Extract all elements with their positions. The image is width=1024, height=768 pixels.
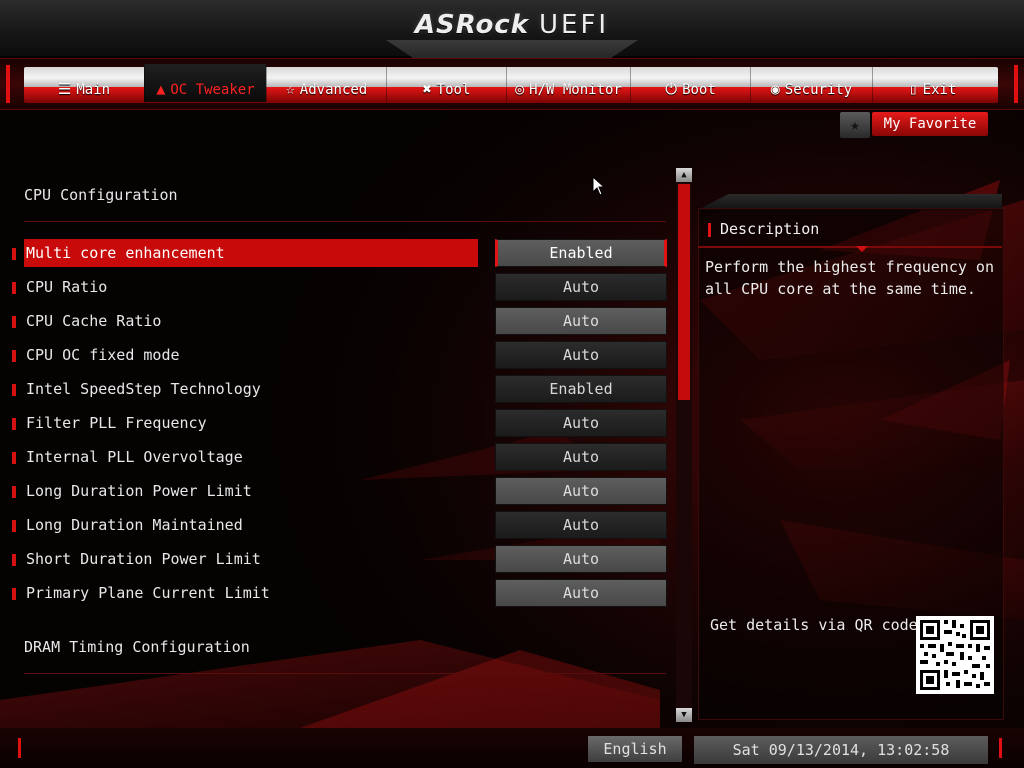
setting-label: Primary Plane Current Limit (26, 584, 270, 602)
tab-label: H/W Monitor (529, 82, 622, 98)
setting-value-selector[interactable]: Auto (495, 477, 667, 505)
row-marker (12, 452, 16, 464)
tab-hw-monitor[interactable]: ◎ H/W Monitor (506, 66, 630, 102)
tab-label: OC Tweaker (170, 82, 255, 98)
qr-code-label: Get details via QR code (710, 616, 918, 634)
section-title-cpu-configuration: CPU Configuration (24, 186, 178, 204)
tab-label: Main (76, 82, 111, 98)
setting-row-cpu-cache-ratio[interactable]: CPU Cache Ratio Auto (12, 307, 668, 335)
setting-label: Long Duration Maintained (26, 516, 243, 534)
setting-row-primary-plane-current-limit[interactable]: Primary Plane Current Limit Auto (12, 579, 668, 607)
setting-value-selector[interactable]: Auto (495, 273, 667, 301)
tab-oc-tweaker[interactable]: ▲ OC Tweaker (144, 64, 266, 102)
setting-label: Internal PLL Overvoltage (26, 448, 243, 466)
setting-row-long-duration-maintained[interactable]: Long Duration Maintained Auto (12, 511, 668, 539)
flame-icon: ▲ (156, 80, 166, 98)
star-icon: ☆ (285, 80, 295, 98)
favorite-star-icon[interactable]: ★ (840, 112, 870, 138)
setting-label: CPU Cache Ratio (26, 312, 162, 330)
setting-row-intel-speedstep[interactable]: Intel SpeedStep Technology Enabled (12, 375, 668, 403)
setting-value-selector[interactable]: Auto (495, 443, 667, 471)
tab-label: Tool (436, 82, 471, 98)
tab-advanced[interactable]: ☆ Advanced (266, 66, 386, 102)
tab-label: Exit (922, 82, 957, 98)
setting-value-selector[interactable]: Auto (495, 409, 667, 437)
section-divider (24, 221, 666, 222)
setting-label: CPU OC fixed mode (26, 346, 180, 364)
row-marker (12, 316, 16, 328)
row-marker (12, 486, 16, 498)
tab-main[interactable]: ☰ Main (24, 66, 144, 102)
section-title-dram-timing[interactable]: DRAM Timing Configuration (24, 638, 250, 656)
setting-value-selector[interactable]: Auto (495, 307, 667, 335)
row-marker (12, 384, 16, 396)
qr-code-image (916, 616, 994, 694)
nav-edge-right (1014, 65, 1018, 103)
row-marker (12, 554, 16, 566)
scroll-down-arrow-icon[interactable]: ▼ (676, 708, 692, 722)
setting-label: CPU Ratio (26, 278, 108, 296)
description-header: Description (698, 216, 1002, 252)
setting-label: Long Duration Power Limit (26, 482, 252, 500)
row-marker (12, 588, 16, 600)
setting-label: Filter PLL Frequency (26, 414, 207, 432)
setting-value-selector[interactable]: Auto (495, 545, 667, 573)
main-tabs: ☰ Main ▲ OC Tweaker ☆ Advanced ✖ Tool ◎ … (24, 64, 998, 102)
list-icon: ☰ (57, 80, 72, 98)
mouse-cursor-icon (592, 176, 606, 196)
qr-code-icon (916, 616, 994, 694)
setting-value-selector[interactable]: Auto (495, 579, 667, 607)
setting-row-cpu-oc-fixed-mode[interactable]: CPU OC fixed mode Auto (12, 341, 668, 369)
my-favorite-button[interactable]: My Favorite (872, 112, 988, 136)
monitor-gauge-icon: ◎ (515, 80, 525, 98)
setting-label: Multi core enhancement (24, 239, 478, 267)
setting-value-selector[interactable]: Enabled (495, 375, 667, 403)
setting-value-selector[interactable]: Auto (495, 341, 667, 369)
setting-label: Intel SpeedStep Technology (26, 380, 261, 398)
setting-row-filter-pll-frequency[interactable]: Filter PLL Frequency Auto (12, 409, 668, 437)
description-text: Perform the highest frequency on all CPU… (705, 258, 994, 298)
tab-label: Boot (682, 82, 716, 98)
setting-row-cpu-ratio[interactable]: CPU Ratio Auto (12, 273, 668, 301)
description-title: Description (720, 220, 820, 238)
setting-row-long-duration-power-limit[interactable]: Long Duration Power Limit Auto (12, 477, 668, 505)
row-marker (12, 282, 16, 294)
setting-label: Short Duration Power Limit (26, 550, 261, 568)
scrollbar-thumb[interactable] (678, 184, 690, 400)
language-button[interactable]: English (588, 736, 682, 762)
description-notch (856, 246, 868, 252)
power-icon: ⏻ (665, 80, 678, 98)
bottom-edge-right (999, 738, 1002, 758)
scroll-up-arrow-icon[interactable]: ▲ (676, 168, 692, 182)
row-marker (12, 418, 16, 430)
shield-icon: ◉ (770, 80, 780, 98)
date-time-display[interactable]: Sat 09/13/2014, 13:02:58 (694, 736, 988, 764)
row-marker (12, 520, 16, 532)
bottom-edge-left (18, 738, 21, 758)
tab-tool[interactable]: ✖ Tool (386, 66, 506, 102)
setting-value-selector[interactable]: Auto (495, 511, 667, 539)
tab-boot[interactable]: ⏻ Boot (630, 66, 750, 102)
setting-row-short-duration-power-limit[interactable]: Short Duration Power Limit Auto (12, 545, 668, 573)
tab-security[interactable]: ◉ Security (750, 66, 872, 102)
section-divider (24, 673, 666, 674)
logo-product: UEFI (539, 10, 610, 40)
setting-value-selector[interactable]: Enabled (495, 239, 667, 267)
row-marker (12, 350, 16, 362)
app-logo: ASRock UEFI (0, 10, 1024, 40)
tools-icon: ✖ (422, 80, 432, 98)
nav-edge-left (6, 65, 10, 103)
setting-row-internal-pll-overvoltage[interactable]: Internal PLL Overvoltage Auto (12, 443, 668, 471)
exit-door-icon: ▯ (908, 80, 918, 98)
logo-brand: ASRock (414, 10, 530, 40)
tab-label: Advanced (299, 82, 368, 98)
tab-exit[interactable]: ▯ Exit (872, 66, 992, 102)
description-marker (708, 223, 711, 237)
tab-label: Security (784, 82, 853, 98)
row-marker (12, 248, 16, 260)
setting-row-multi-core-enhancement[interactable]: Multi core enhancement Enabled (12, 239, 668, 267)
